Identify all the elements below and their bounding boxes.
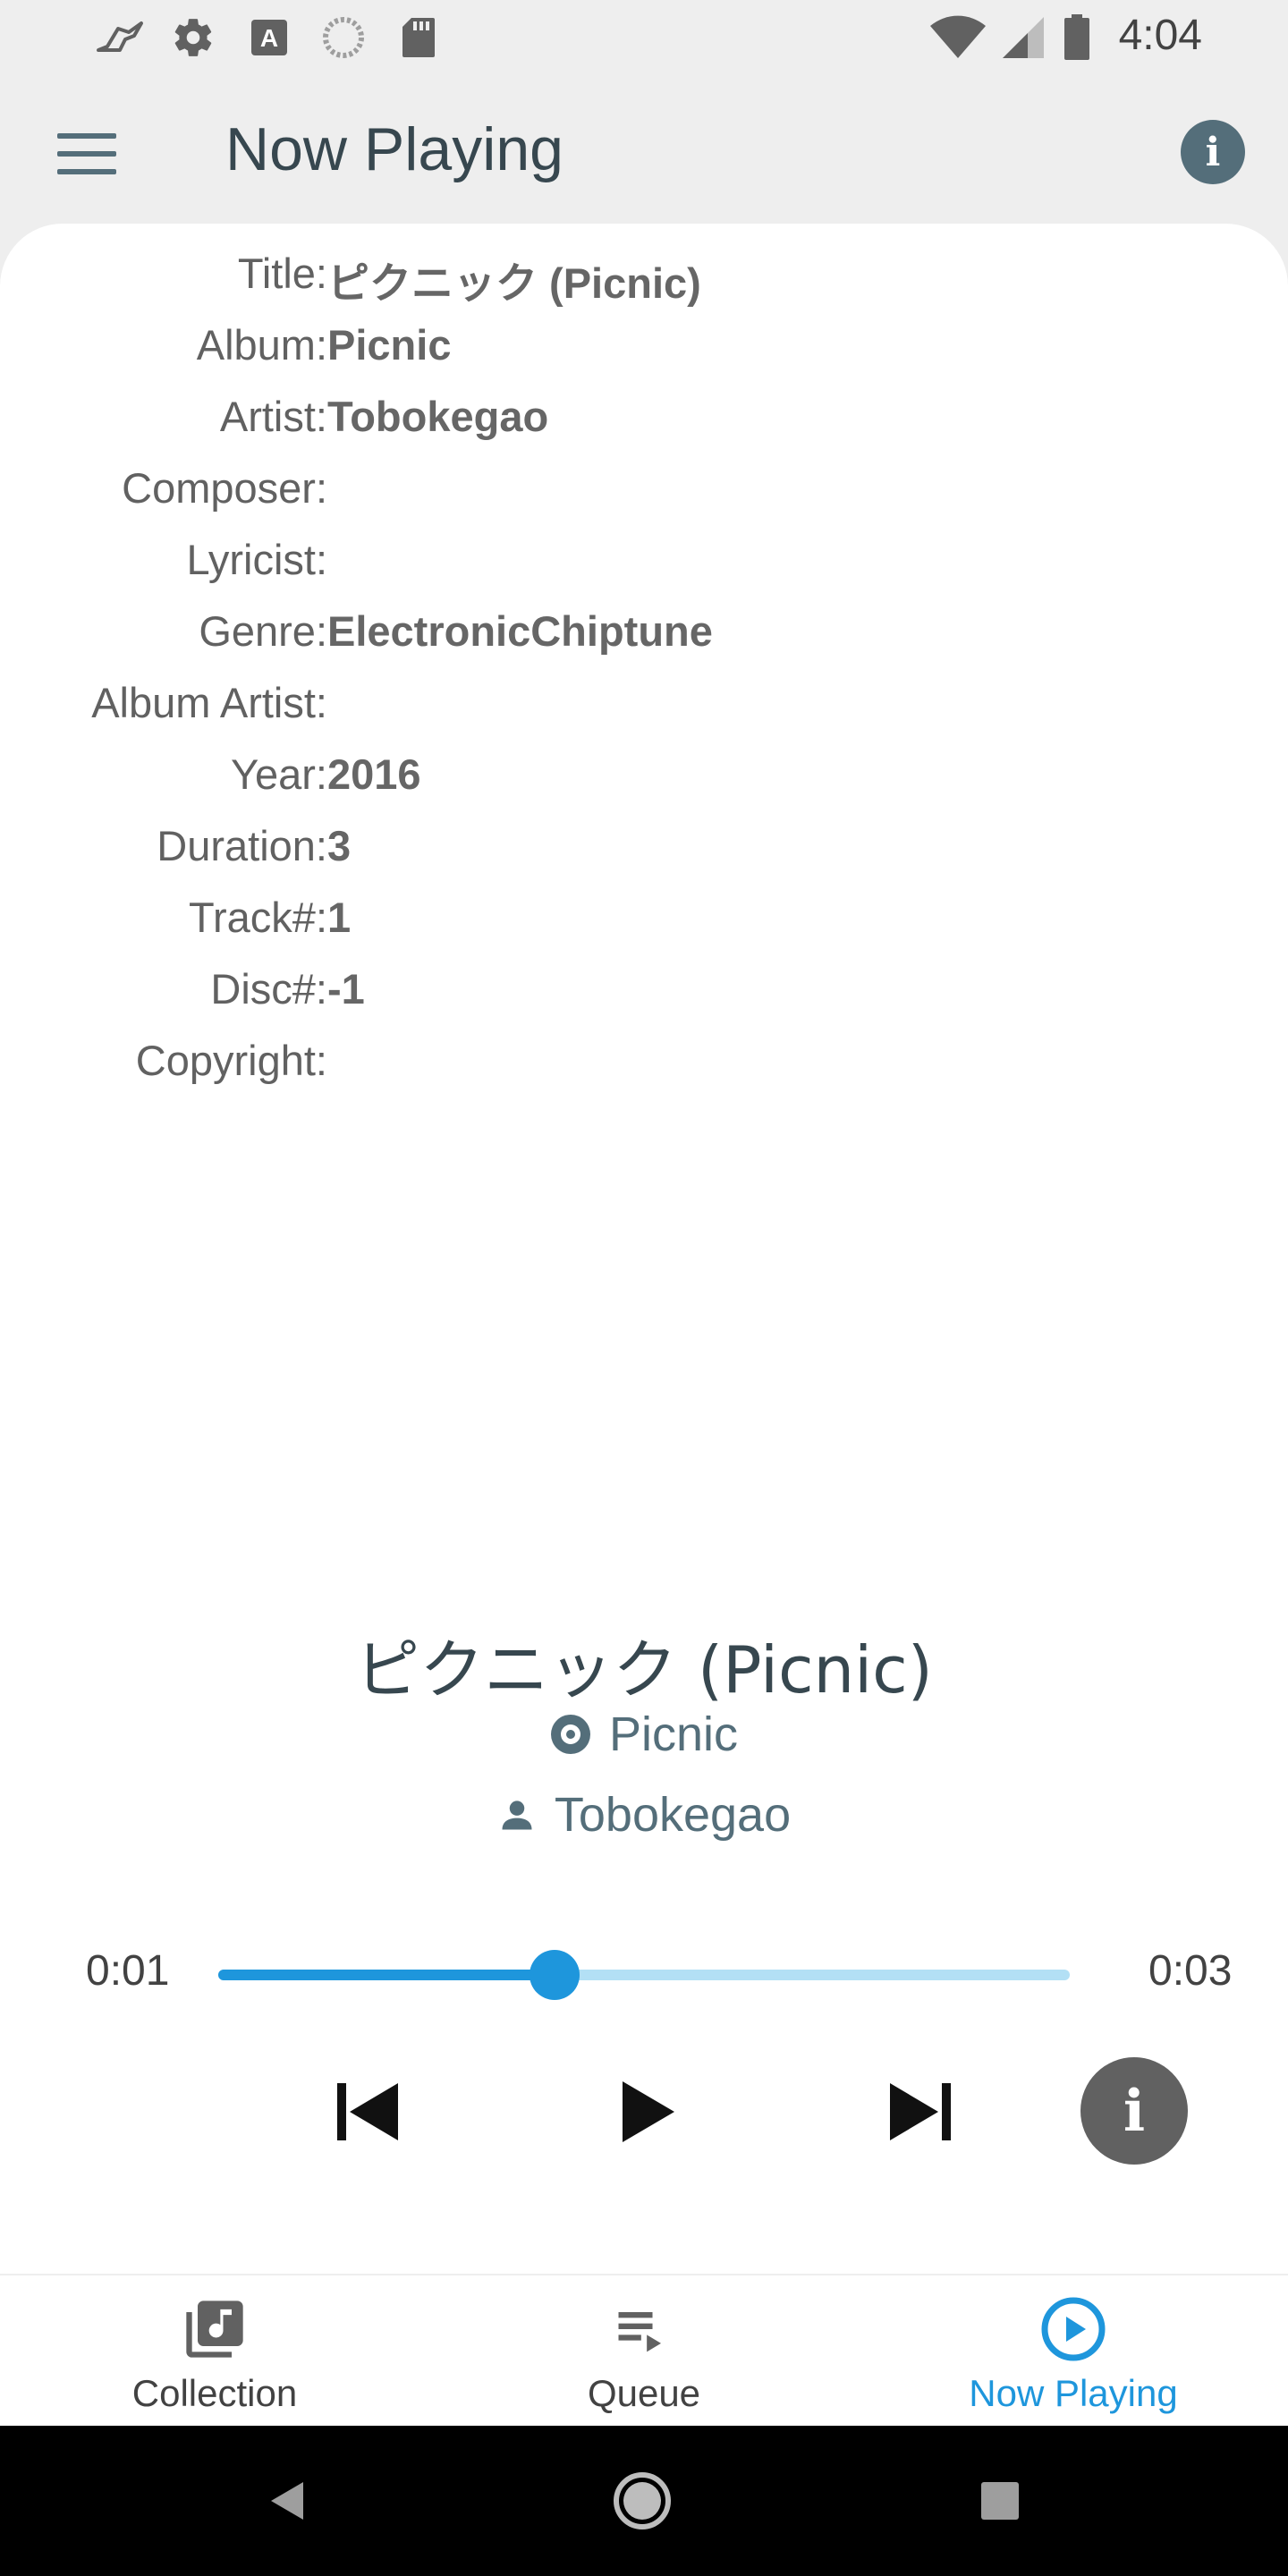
back-icon[interactable]: [259, 2470, 315, 2531]
metadata-label: Artist:: [219, 393, 327, 440]
skip-previous-button[interactable]: [327, 2072, 408, 2152]
metadata-label: Lyricist:: [186, 536, 327, 583]
metadata-row-disc: Disc#: -1: [0, 952, 1288, 1023]
sd-card-icon: [399, 14, 438, 61]
metadata-value: ElectronicChiptune: [327, 607, 713, 655]
font-a-icon: A: [249, 14, 290, 61]
album-line: Picnic: [0, 1707, 1288, 1762]
clock: 4:04: [1118, 12, 1202, 59]
status-bar: A 4:04: [0, 0, 1288, 75]
wifi-icon: [927, 14, 989, 61]
seek-bar[interactable]: [218, 1950, 1070, 2000]
seek-bar-thumb[interactable]: [530, 1950, 580, 2000]
nav-queue[interactable]: Queue: [429, 2275, 859, 2428]
metadata-value: 2016: [327, 750, 421, 798]
metadata-value: Tobokegao: [327, 393, 549, 440]
metadata-row-copyright: Copyright:: [0, 1023, 1288, 1095]
battery-icon: [1061, 14, 1093, 61]
metadata-row-genre: Genre: ElectronicChiptune: [0, 594, 1288, 665]
total-time: 0:03: [1148, 1947, 1233, 1995]
metadata-label: Title:: [237, 250, 327, 297]
metadata-label: Track#:: [189, 894, 327, 941]
gear-icon: [168, 14, 218, 61]
artist-name: Tobokegao: [554, 1788, 792, 1842]
nav-label: Queue: [587, 2372, 701, 2414]
sync-icon: [320, 14, 367, 61]
metadata-row-title: Title: ピクニック (Picnic): [0, 236, 1288, 308]
svg-text:A: A: [260, 24, 278, 52]
bird-icon: [93, 14, 147, 61]
metadata-label: Disc#:: [210, 965, 327, 1013]
play-circle-icon: [859, 2295, 1288, 2363]
metadata-value: 3: [327, 822, 352, 869]
app-bar: Now Playing i: [0, 75, 1288, 225]
skip-next-icon: [890, 2083, 951, 2140]
home-icon[interactable]: [612, 2470, 673, 2531]
bottom-navigation: Collection Queue Now Playing: [0, 2274, 1288, 2426]
metadata-label: Year:: [230, 750, 327, 798]
metadata-label: Album:: [196, 321, 327, 369]
skip-previous-icon: [337, 2083, 398, 2140]
hamburger-menu-icon[interactable]: [47, 122, 132, 186]
metadata-label: Duration:: [157, 822, 327, 869]
seek-bar-fill: [218, 1970, 555, 1980]
music-library-icon: [0, 2295, 429, 2363]
page-title: Now Playing: [225, 115, 564, 183]
metadata-row-artist: Artist: Tobokegao: [0, 379, 1288, 451]
track-title: ピクニック (Picnic): [355, 1632, 933, 1707]
info-icon[interactable]: i: [1181, 120, 1245, 184]
metadata-label: Genre:: [199, 607, 327, 655]
nav-now-playing[interactable]: Now Playing: [859, 2275, 1288, 2428]
metadata-label: Copyright:: [135, 1037, 327, 1084]
metadata-row-lyricist: Lyricist:: [0, 522, 1288, 594]
nav-label: Now Playing: [969, 2372, 1178, 2414]
metadata-value: Picnic: [327, 321, 452, 369]
metadata-row-duration: Duration: 3: [0, 809, 1288, 880]
metadata-label: Album Artist:: [91, 679, 327, 726]
nav-collection[interactable]: Collection: [0, 2275, 429, 2428]
play-button[interactable]: [608, 2072, 689, 2152]
queue-icon: [429, 2295, 859, 2363]
artist-line: Tobokegao: [0, 1787, 1288, 1843]
play-icon: [623, 2081, 674, 2142]
progress-row: 0:01 0:03: [0, 1939, 1288, 2005]
system-navigation-bar: [0, 2426, 1288, 2576]
metadata-row-composer: Composer:: [0, 451, 1288, 522]
metadata-row-album-artist: Album Artist:: [0, 665, 1288, 737]
track-info-button[interactable]: i: [1080, 2057, 1188, 2165]
person-icon: [502, 1801, 532, 1830]
album-disc-icon: [550, 1715, 590, 1754]
nav-label: Collection: [131, 2372, 298, 2414]
metadata-row-year: Year: 2016: [0, 737, 1288, 809]
metadata-value: ピクニック (Picnic): [327, 259, 701, 307]
elapsed-time: 0:01: [86, 1947, 170, 1995]
metadata-label: Composer:: [122, 464, 327, 512]
metadata-value: 1: [327, 894, 352, 941]
album-name: Picnic: [608, 1707, 739, 1761]
metadata-value: -1: [327, 965, 365, 1013]
metadata-row-album: Album: Picnic: [0, 308, 1288, 379]
recents-icon[interactable]: [975, 2470, 1025, 2531]
metadata-row-track: Track#: 1: [0, 880, 1288, 952]
signal-icon: [998, 14, 1048, 61]
skip-next-button[interactable]: [880, 2072, 961, 2152]
